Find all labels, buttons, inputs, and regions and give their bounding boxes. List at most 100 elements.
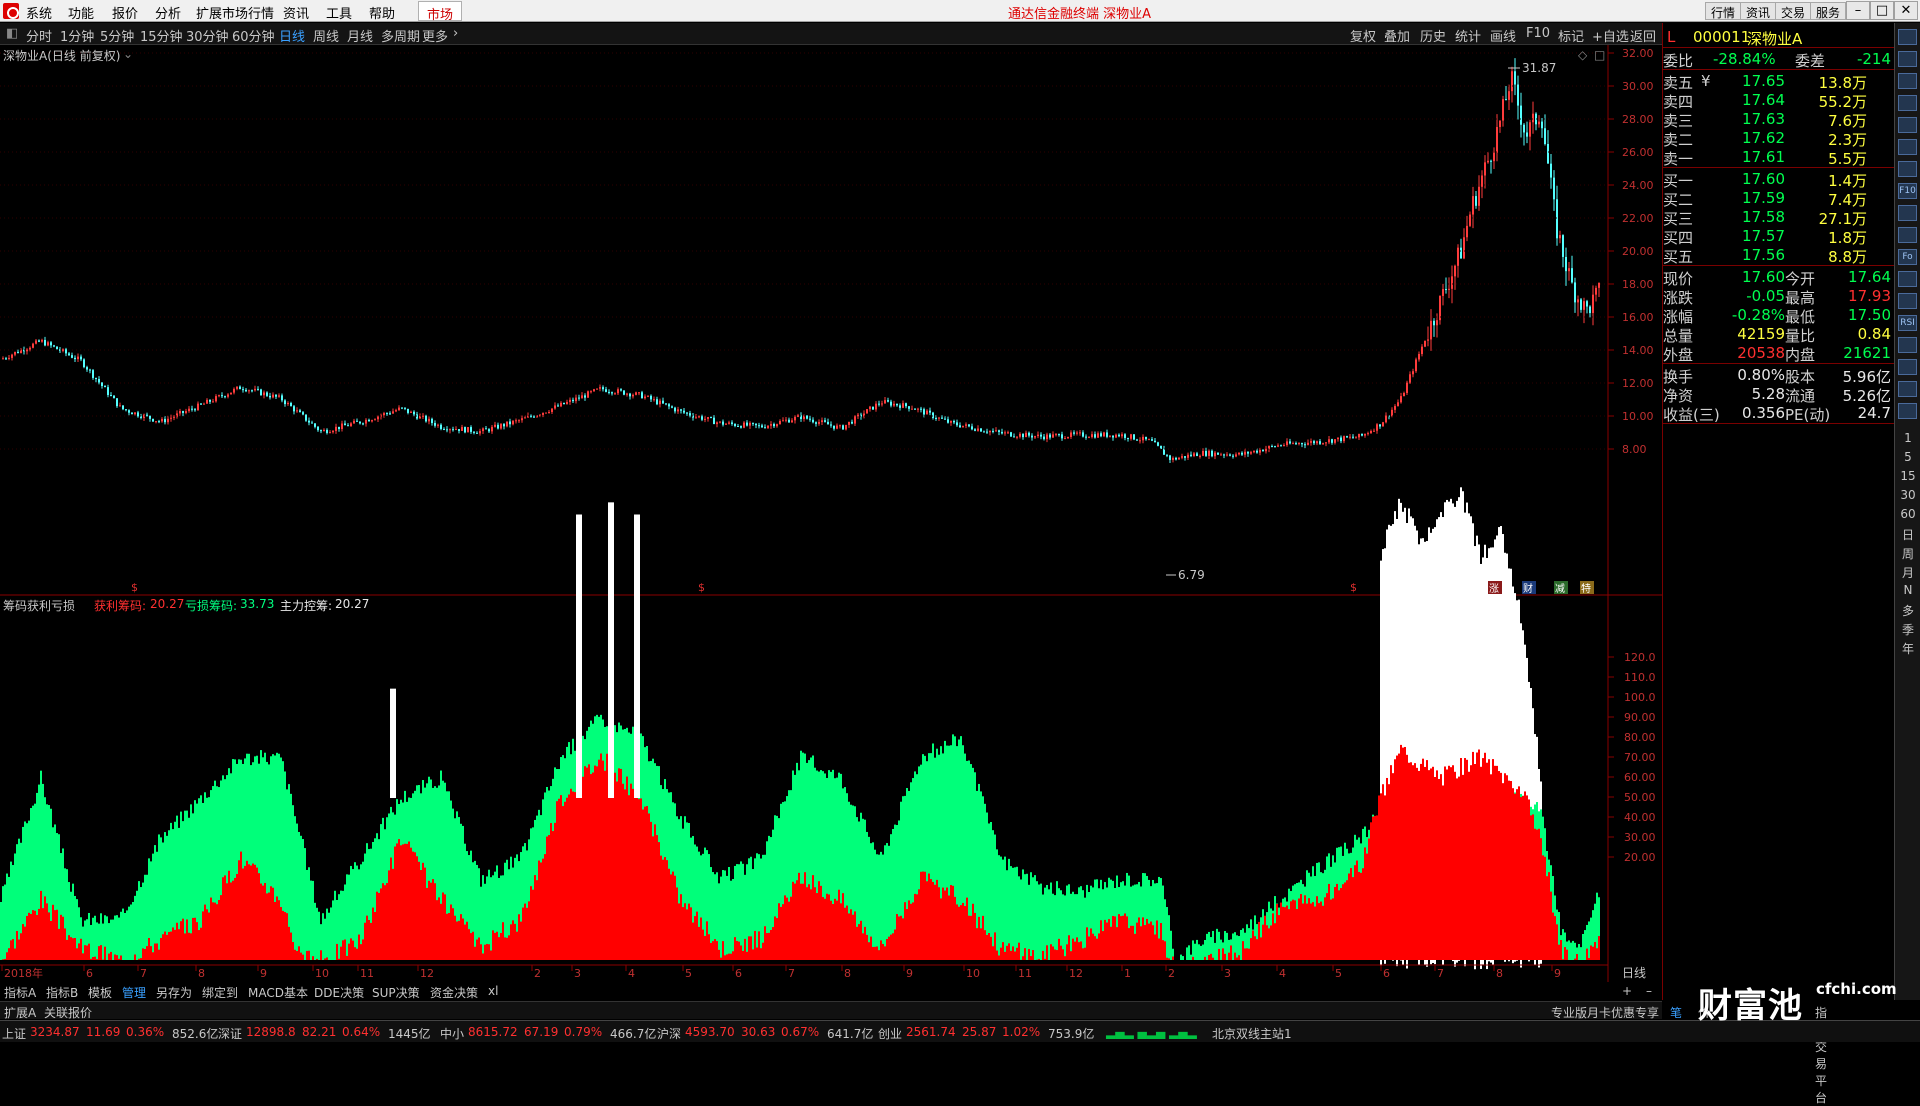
index-name[interactable]: 上证 [2, 1025, 26, 1042]
indicator-tab[interactable]: xl [488, 984, 498, 998]
star-icon[interactable] [1898, 271, 1917, 287]
toolbar-overlay[interactable]: 叠加 [1384, 26, 1410, 45]
fund-icon[interactable]: Fo [1898, 249, 1917, 265]
diamond-icon[interactable]: ◇ [1578, 48, 1587, 62]
period-tab-15min[interactable]: 15分钟 [140, 26, 183, 45]
chart-icon[interactable] [1898, 51, 1917, 67]
menu-market-button[interactable]: 市场 [418, 1, 462, 21]
chevron-down-icon[interactable]: ⌄ [123, 47, 133, 61]
down-icon[interactable] [1898, 381, 1917, 397]
indicator-tab[interactable]: 模板 [88, 984, 112, 1001]
indicator-tab[interactable]: MACD基本 [248, 984, 308, 1001]
period-tab-monthly[interactable]: 月线 [347, 26, 373, 45]
menu-item-system[interactable]: 系统 [26, 3, 52, 22]
top-button-market[interactable]: 行情 [1705, 2, 1741, 20]
indicator-tab[interactable]: 绑定到 [202, 984, 238, 1001]
index-name[interactable]: 中小 [440, 1025, 464, 1042]
side-period-3[interactable]: 30 [1895, 488, 1920, 502]
side-period-4[interactable]: 60 [1895, 507, 1920, 521]
period-tab-time[interactable]: 分时 [26, 26, 52, 45]
side-period-7[interactable]: 月 [1895, 564, 1920, 581]
indicator-tab[interactable]: 管理 [122, 984, 146, 1001]
bars-icon[interactable] [1898, 227, 1917, 243]
menu-item-news[interactable]: 资讯 [283, 3, 309, 22]
menu-item-tools[interactable]: 工具 [326, 3, 352, 22]
market-icon[interactable] [1898, 29, 1917, 45]
period-tab-more[interactable]: 更多 [422, 26, 448, 45]
rsi-icon[interactable]: RSI [1898, 315, 1917, 331]
up-icon[interactable] [1898, 359, 1917, 375]
side-period-0[interactable]: 1 [1895, 431, 1920, 445]
side-period-6[interactable]: 周 [1895, 545, 1920, 562]
move-icon[interactable] [1898, 337, 1917, 353]
bar-icon[interactable] [1898, 95, 1917, 111]
menu-item-function[interactable]: 功能 [68, 3, 94, 22]
index-name[interactable]: 创业 [878, 1025, 902, 1042]
period-tab-weekly[interactable]: 周线 [313, 26, 339, 45]
candle-body [359, 422, 361, 424]
indicator-tab[interactable]: 指标B [46, 984, 78, 1001]
side-period-1[interactable]: 5 [1895, 450, 1920, 464]
side-period-9[interactable]: 多 [1895, 602, 1920, 619]
tab-related-quote[interactable]: 关联报价 [44, 1004, 92, 1021]
kline-icon[interactable] [1898, 117, 1917, 133]
side-period-8[interactable]: N [1895, 583, 1920, 597]
period-tab-60min[interactable]: 60分钟 [232, 26, 275, 45]
toolbar-stats[interactable]: 统计 [1455, 26, 1481, 45]
minimize-button[interactable]: – [1846, 1, 1870, 20]
f10-icon[interactable]: F10 [1898, 183, 1917, 199]
side-period-2[interactable]: 15 [1895, 469, 1920, 483]
toolbar-mark[interactable]: 标记 [1558, 26, 1584, 45]
side-period-11[interactable]: 年 [1895, 640, 1920, 657]
chip-bar-profit [1472, 752, 1474, 960]
period-tab-5min[interactable]: 5分钟 [100, 26, 134, 45]
top-button-trade[interactable]: 交易 [1775, 2, 1811, 20]
chart-canvas[interactable]: 32.0030.0028.0026.0024.0022.0020.0018.00… [0, 45, 1662, 982]
server-name[interactable]: 北京双线主站1 [1212, 1025, 1292, 1042]
menu-item-extended-market[interactable]: 扩展市场行情 [196, 3, 274, 22]
candle-body [488, 429, 490, 431]
line-icon[interactable] [1898, 139, 1917, 155]
candle-body [347, 425, 349, 426]
top-button-news[interactable]: 资讯 [1740, 2, 1776, 20]
toolbar-add-favorite[interactable]: +自选 [1592, 26, 1629, 45]
indicator-tab[interactable]: 另存为 [156, 984, 192, 1001]
tab-extension-a[interactable]: 扩展A [4, 1004, 36, 1021]
index-name[interactable]: 深证 [218, 1025, 242, 1042]
indicator-tab[interactable]: DDE决策 [314, 984, 364, 1001]
indicator-tab[interactable]: 指标A [4, 984, 36, 1001]
chart-area[interactable]: 32.0030.0028.0026.0024.0022.0020.0018.00… [0, 45, 1662, 1000]
zoom-in-icon[interactable]: + [1622, 984, 1632, 998]
zoom-out-icon[interactable]: – [1646, 984, 1652, 998]
period-tab-multi[interactable]: 多周期 [381, 26, 420, 45]
menu-item-help[interactable]: 帮助 [369, 3, 395, 22]
close-button[interactable]: ✕ [1894, 1, 1918, 20]
grid-icon[interactable] [1898, 161, 1917, 177]
chip-bar-profit [804, 872, 806, 960]
indicator-tab[interactable]: 资金决策 [430, 984, 478, 1001]
maximize-chart-icon[interactable]: □ [1594, 48, 1605, 62]
toolbar-history[interactable]: 历史 [1420, 26, 1446, 45]
period-tab-daily[interactable]: 日线 [279, 26, 305, 45]
indicator-tab[interactable]: SUP决策 [372, 984, 420, 1001]
toolbar-back[interactable]: 返回 [1630, 26, 1656, 45]
period-tab-30min[interactable]: 30分钟 [186, 26, 229, 45]
list-icon[interactable] [1898, 73, 1917, 89]
menu-item-analysis[interactable]: 分析 [155, 3, 181, 22]
wave-icon[interactable] [1898, 293, 1917, 309]
toolbar-f10[interactable]: F10 [1526, 26, 1550, 41]
collapse-icon[interactable]: ◧ [6, 26, 18, 41]
toolbar-draw[interactable]: 画线 [1490, 26, 1516, 45]
index-name[interactable]: 沪深 [657, 1025, 681, 1042]
menu-item-quote[interactable]: 报价 [112, 3, 138, 22]
maximize-button[interactable]: □ [1870, 1, 1894, 20]
side-period-10[interactable]: 季 [1895, 621, 1920, 638]
promo-text[interactable]: 专业版月卡优惠专享 [1551, 1004, 1659, 1021]
promo-pen[interactable]: 笔 [1670, 1004, 1682, 1021]
toolbar-adjust[interactable]: 复权 [1350, 26, 1376, 45]
side-period-5[interactable]: 日 [1895, 526, 1920, 543]
table-icon[interactable] [1898, 205, 1917, 221]
chip-icon[interactable] [1898, 403, 1917, 419]
top-button-service[interactable]: 服务 [1810, 2, 1846, 20]
period-tab-1min[interactable]: 1分钟 [60, 26, 94, 45]
